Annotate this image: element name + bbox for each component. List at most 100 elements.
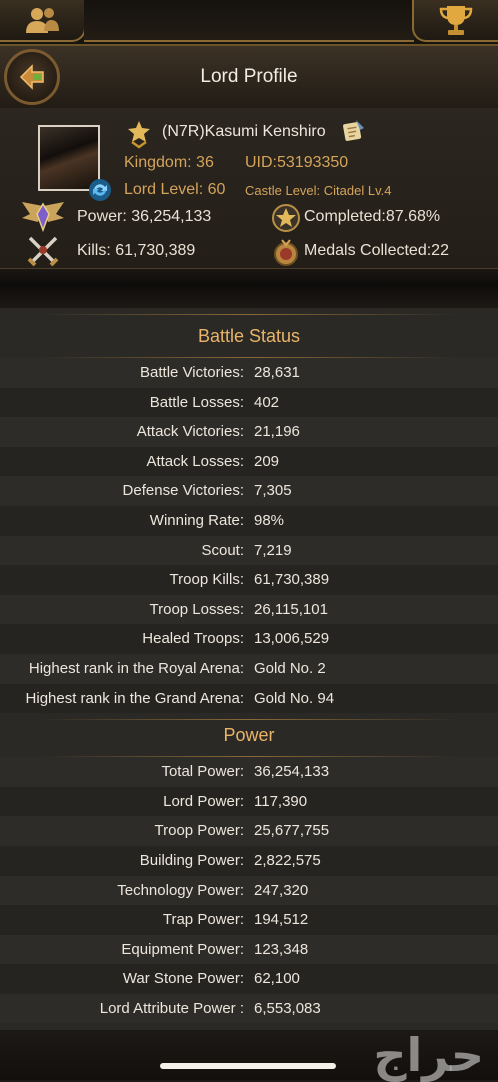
watermark-logo: حراج (373, 1028, 484, 1082)
stat-label: Highest rank in the Grand Arena: (25, 689, 244, 707)
stat-value: 98% (254, 511, 285, 529)
stat-value: 25,677,755 (254, 822, 330, 840)
completion-star-icon (272, 204, 300, 232)
edit-name-scroll-icon[interactable] (340, 118, 366, 144)
stat-label: Troop Losses: (149, 600, 245, 618)
stat-label: Trap Power: (162, 911, 244, 929)
stat-value: 123,348 (254, 940, 309, 958)
home-indicator[interactable] (160, 1063, 336, 1069)
completed-label: Completed:87.68% (304, 208, 441, 225)
friends-icon (26, 8, 59, 33)
stat-value: Gold No. 94 (254, 689, 335, 707)
top-tab-bar (0, 0, 498, 46)
stat-label: War Stone Power: (122, 970, 244, 988)
battle-status-rows: Battle Victories: 28,631 Battle Losses: 40… (0, 358, 498, 714)
kills-label: Kills: 61,730,389 (77, 242, 196, 259)
stat-label: Building Power: (139, 851, 244, 869)
stats-scroll-list[interactable]: Battle Status Battle Victories: 28,631 Ba… (0, 308, 498, 1038)
stat-value: 402 (254, 393, 280, 411)
stat-row: War Stone Power: 62,100 (0, 964, 498, 994)
stat-label: Attack Losses: (146, 452, 244, 470)
stat-row: Battle Victories: 28,631 (0, 358, 498, 388)
stat-value: Gold No. 2 (254, 659, 326, 677)
stat-row: Attack Losses: 209 (0, 446, 498, 477)
power-label: Power: 36,254,133 (77, 208, 212, 225)
stat-row: Battle Losses: 402 (0, 387, 498, 418)
power-wings-icon (22, 202, 64, 233)
stat-value: 26,115,101 (254, 600, 328, 618)
power-rows: Total Power: 36,254,133 Lord Power: 117,39… (0, 757, 498, 1024)
stat-row: Troop Kills: 61,730,389 (0, 565, 498, 595)
stat-value: 13,006,529 (254, 630, 330, 648)
panel-divider (0, 268, 498, 309)
stat-row: Troop Power: 25,677,755 (0, 816, 498, 846)
stat-value: 117,390 (254, 792, 308, 810)
stat-label: Battle Victories: (140, 364, 244, 381)
stat-row: Building Power: 2,822,575 (0, 845, 498, 876)
stat-value: 247,320 (254, 881, 309, 899)
friends-tab-button[interactable] (0, 0, 86, 42)
page-title: Lord Profile (200, 66, 298, 87)
power-header: Power (0, 713, 498, 758)
stat-row: Attack Victories: 21,196 (0, 417, 498, 447)
stat-row: Equipment Power: 123,348 (0, 934, 498, 965)
stat-label: Battle Losses: (149, 393, 244, 411)
top-bar-center (84, 0, 414, 42)
stat-label: Attack Victories: (136, 423, 244, 441)
kingdom-label: Kingdom: 36 (124, 154, 214, 171)
stat-value: 7,219 (254, 541, 292, 559)
stat-row: Highest rank in the Grand Arena: Gold No.… (0, 683, 498, 714)
stat-label: Troop Kills: (169, 571, 244, 589)
stat-value: 209 (254, 452, 280, 470)
header-rule (40, 719, 458, 721)
medal-icon (274, 239, 298, 266)
stat-row: Trap Power: 194,512 (0, 905, 498, 935)
stat-label: Troop Power: (154, 822, 244, 840)
stat-label: Scout: (201, 541, 244, 559)
stat-label: Equipment Power: (121, 940, 244, 958)
stat-label: Technology Power: (117, 881, 244, 899)
stat-value: 62,100 (254, 970, 300, 988)
kills-crossed-swords-icon (27, 236, 59, 267)
stat-label: Winning Rate: (149, 511, 244, 529)
stat-row: Lord Power: 117,390 (0, 786, 498, 817)
stat-value: 2,822,575 (254, 851, 321, 869)
title-bar: Lord Profile (0, 46, 498, 109)
lord-level-label: Lord Level: 60 (124, 181, 226, 198)
stat-row: Healed Troops: 13,006,529 (0, 624, 498, 654)
stat-value: 21,196 (254, 423, 300, 441)
stat-row: Lord Attribute Power : 6,553,083 (0, 993, 498, 1024)
power-title: Power (223, 725, 275, 746)
battle-status-title: Battle Status (197, 326, 301, 346)
stat-value: 6,553,083 (254, 999, 321, 1017)
stat-row: Total Power: 36,254,133 (0, 757, 498, 787)
stat-value: 28,631 (254, 364, 300, 381)
stat-label: Lord Power: (163, 792, 244, 810)
change-avatar-icon[interactable] (88, 178, 112, 202)
stat-label: Lord Attribute Power : (99, 999, 244, 1017)
uid-label: UID:53193350 (245, 154, 349, 171)
stat-value: 7,305 (254, 482, 292, 500)
lord-profile-panel: (N7R)Kasumi Kenshiro Kingdom: 36 UID:531… (0, 108, 498, 268)
stat-label: Healed Troops: (142, 630, 244, 648)
header-rule (40, 314, 458, 315)
lord-name: (N7R)Kasumi Kenshiro (162, 123, 326, 140)
castle-level-label: Castle Level: Citadel Lv.4 (245, 183, 392, 198)
stat-value: 194,512 (254, 911, 309, 929)
stat-row: Troop Losses: 26,115,101 (0, 594, 498, 625)
stat-row: Highest rank in the Royal Arena: Gold No.… (0, 653, 498, 684)
trophy-icon (439, 6, 473, 35)
rank-chevron-icon (128, 121, 150, 149)
stat-value: 36,254,133 (254, 763, 330, 781)
stat-row: Technology Power: 247,320 (0, 875, 498, 906)
stat-row: Winning Rate: 98% (0, 505, 498, 536)
stat-row: Scout: 7,219 (0, 535, 498, 566)
stat-row: Defense Victories: 7,305 (0, 476, 498, 506)
rankings-tab-button[interactable] (412, 0, 498, 42)
stat-label: Defense Victories: (122, 482, 244, 500)
medals-label: Medals Collected:22 (304, 242, 449, 259)
stat-label: Total Power: (161, 763, 244, 781)
stat-value: 61,730,389 (254, 571, 330, 589)
battle-status-header: Battle Status (0, 308, 498, 358)
stat-label: Highest rank in the Royal Arena: (28, 659, 244, 677)
